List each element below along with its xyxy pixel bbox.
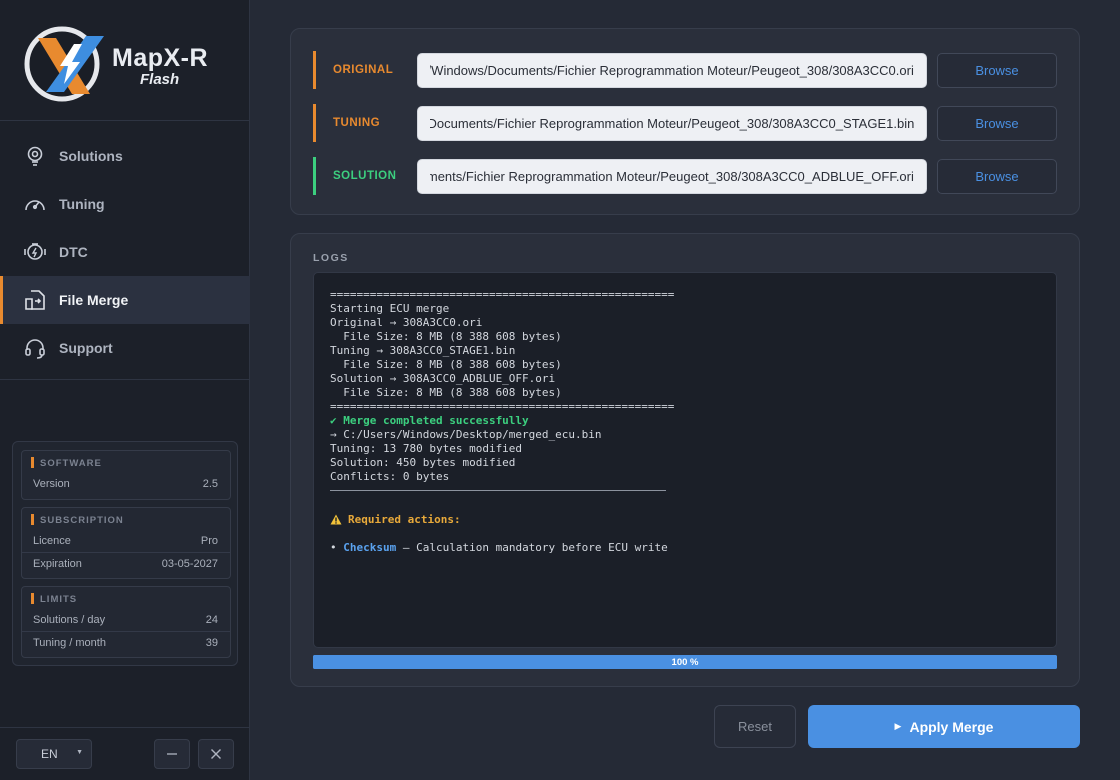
engine-icon bbox=[22, 239, 48, 265]
licence-value: Pro bbox=[200, 535, 218, 547]
original-path-input[interactable] bbox=[417, 53, 927, 88]
file-selection-panel: ORIGINAL Browse TUNING Browse SOLUTION B… bbox=[290, 28, 1080, 215]
subscription-heading: SUBSCRIPTION bbox=[22, 508, 230, 530]
licence-row: Licence Pro bbox=[22, 530, 230, 552]
solution-tag: SOLUTION bbox=[313, 157, 409, 195]
nav-label: Solutions bbox=[59, 148, 123, 164]
merge-progress-bar: 100 % bbox=[313, 655, 1057, 669]
log-line: Original → 308A3CC0.ori bbox=[330, 316, 483, 329]
file-merge-icon bbox=[22, 287, 48, 313]
checksum-label: Checksum bbox=[343, 541, 397, 554]
expiration-value: 03-05-2027 bbox=[161, 557, 218, 570]
nav-item-dtc[interactable]: DTC bbox=[0, 228, 250, 276]
tuning-path-input[interactable] bbox=[417, 106, 927, 141]
version-label: Version bbox=[33, 478, 70, 490]
log-line: Solution → 308A3CC0_ADBLUE_OFF.ori bbox=[330, 372, 556, 385]
logs-title: LOGS bbox=[313, 252, 349, 264]
limits-heading: LIMITS bbox=[22, 587, 230, 609]
log-line: Tuning: 13 780 bytes modified bbox=[330, 442, 523, 455]
nav-label: File Merge bbox=[59, 292, 129, 308]
sidebar-footer: EN ▼ bbox=[0, 727, 250, 780]
log-console[interactable]: ========================================… bbox=[313, 272, 1057, 648]
gauge-icon bbox=[22, 191, 48, 217]
version-value: 2.5 bbox=[202, 478, 218, 490]
tuning-per-month-row: Tuning / month 39 bbox=[22, 631, 230, 653]
language-value: EN bbox=[41, 747, 58, 761]
apply-merge-button[interactable]: ▶ Apply Merge bbox=[808, 705, 1080, 748]
browse-tuning-button[interactable]: Browse bbox=[937, 106, 1057, 141]
software-heading: SOFTWARE bbox=[22, 451, 230, 473]
solution-path-input[interactable] bbox=[417, 159, 927, 194]
solutions-per-day-value: 24 bbox=[205, 614, 218, 626]
solution-file-row: SOLUTION Browse bbox=[313, 157, 1057, 195]
software-card: SOFTWARE Version 2.5 bbox=[21, 450, 231, 500]
nav-item-tuning[interactable]: Tuning bbox=[0, 180, 250, 228]
log-line: → C:/Users/Windows/Desktop/merged_ecu.bi… bbox=[330, 428, 602, 441]
minimize-button[interactable] bbox=[154, 739, 190, 769]
solutions-per-day-row: Solutions / day 24 bbox=[22, 609, 230, 631]
log-line: File Size: 8 MB (8 388 608 bytes) bbox=[330, 358, 562, 371]
licence-label: Licence bbox=[33, 535, 71, 547]
headset-icon bbox=[22, 335, 48, 361]
original-file-row: ORIGINAL Browse bbox=[313, 51, 1057, 89]
close-button[interactable] bbox=[198, 739, 234, 769]
nav-label: DTC bbox=[59, 244, 88, 260]
brand-logo: MapX-R Flash bbox=[24, 20, 234, 108]
nav-label: Support bbox=[59, 340, 113, 356]
language-select[interactable]: EN ▼ bbox=[16, 739, 92, 769]
tuning-per-month-value: 39 bbox=[205, 636, 218, 649]
log-line: ========================================… bbox=[330, 288, 675, 301]
version-row: Version 2.5 bbox=[22, 473, 230, 495]
tuning-per-month-label: Tuning / month bbox=[33, 636, 106, 649]
divider bbox=[0, 120, 250, 121]
close-icon bbox=[211, 749, 221, 759]
play-icon: ▶ bbox=[894, 721, 902, 731]
required-actions-label: Required actions: bbox=[348, 513, 461, 526]
log-line: File Size: 8 MB (8 388 608 bytes) bbox=[330, 386, 562, 399]
solutions-per-day-label: Solutions / day bbox=[33, 614, 106, 626]
tuning-tag: TUNING bbox=[313, 104, 409, 142]
reset-button[interactable]: Reset bbox=[714, 705, 796, 748]
main-nav: Solutions Tuning DTC File Merge Support bbox=[0, 132, 250, 372]
log-success-line: ✔ Merge completed successfully bbox=[330, 414, 529, 427]
log-line: File Size: 8 MB (8 388 608 bytes) bbox=[330, 330, 562, 343]
original-tag: ORIGINAL bbox=[313, 51, 409, 89]
browse-solution-button[interactable]: Browse bbox=[937, 159, 1057, 194]
lightbulb-icon bbox=[22, 143, 48, 169]
log-line: Starting ECU merge bbox=[330, 302, 450, 315]
account-info-panel: SOFTWARE Version 2.5 SUBSCRIPTION Licenc… bbox=[12, 441, 238, 666]
log-line: Tuning → 308A3CC0_STAGE1.bin bbox=[330, 344, 516, 357]
minimize-icon bbox=[167, 753, 177, 755]
apply-merge-label: Apply Merge bbox=[909, 718, 994, 735]
divider bbox=[0, 379, 250, 380]
sidebar: MapX-R Flash Solutions Tuning DTC File M… bbox=[0, 0, 250, 780]
tuning-file-row: TUNING Browse bbox=[313, 104, 1057, 142]
brand-title: MapX-R bbox=[112, 44, 209, 72]
progress-label: 100 % bbox=[671, 656, 699, 668]
limits-card: LIMITS Solutions / day 24 Tuning / month… bbox=[21, 586, 231, 658]
warning-icon bbox=[330, 514, 342, 525]
nav-label: Tuning bbox=[59, 196, 105, 212]
log-line: Solution: 450 bytes modified bbox=[330, 456, 516, 469]
nav-item-file-merge[interactable]: File Merge bbox=[0, 276, 250, 324]
bullet: • bbox=[330, 541, 337, 554]
logs-panel: LOGS ===================================… bbox=[290, 233, 1080, 687]
brand-subtitle: Flash bbox=[140, 71, 180, 88]
required-actions-line: Required actions: bbox=[330, 513, 1040, 527]
checksum-action-line: • Checksum — Calculation mandatory befor… bbox=[330, 541, 1040, 555]
nav-item-support[interactable]: Support bbox=[0, 324, 250, 372]
expiration-label: Expiration bbox=[33, 557, 82, 570]
subscription-card: SUBSCRIPTION Licence Pro Expiration 03-0… bbox=[21, 507, 231, 579]
checksum-description: — Calculation mandatory before ECU write bbox=[396, 541, 668, 554]
nav-item-solutions[interactable]: Solutions bbox=[0, 132, 250, 180]
x-logo-icon bbox=[24, 26, 104, 102]
log-line: Conflicts: 0 bytes bbox=[330, 470, 450, 483]
browse-original-button[interactable]: Browse bbox=[937, 53, 1057, 88]
log-line: ========================================… bbox=[330, 400, 675, 413]
expiration-row: Expiration 03-05-2027 bbox=[22, 552, 230, 574]
chevron-down-icon: ▼ bbox=[76, 749, 83, 756]
